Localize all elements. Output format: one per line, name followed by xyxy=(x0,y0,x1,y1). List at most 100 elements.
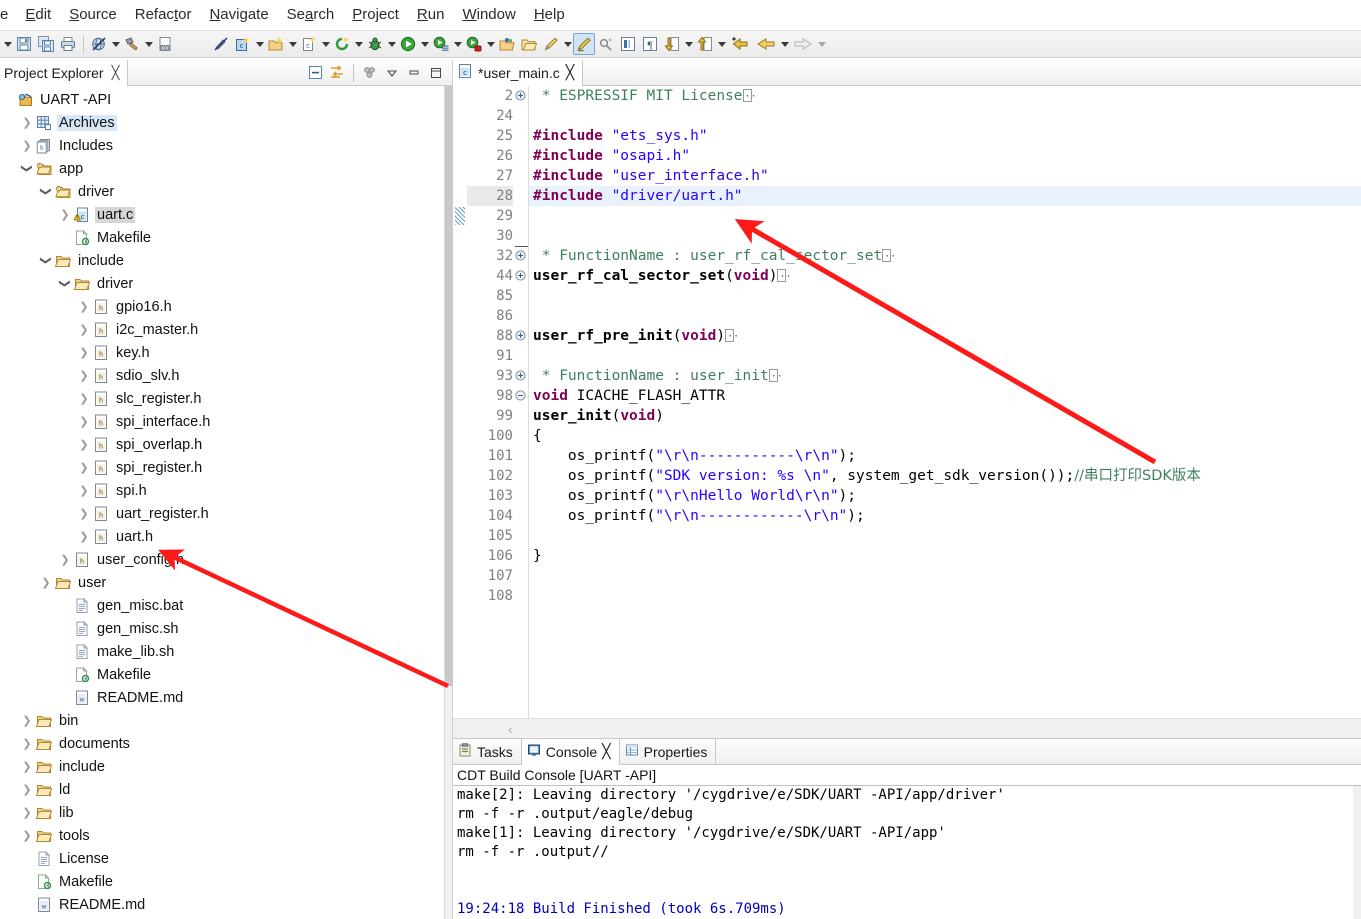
tree-item-lib[interactable]: ❯ lib xyxy=(0,801,444,824)
code-line[interactable] xyxy=(533,526,1361,546)
fold-expand-icon[interactable] xyxy=(515,366,528,386)
folded-region-box[interactable] xyxy=(882,247,896,267)
tree-item-user[interactable]: ❯ user xyxy=(0,571,444,594)
fold-expand-icon[interactable] xyxy=(515,266,528,286)
tree-item-archives[interactable]: ❯ Archives xyxy=(0,111,444,134)
pilcrow-icon[interactable]: ¶ xyxy=(639,33,661,55)
fold-expand-icon[interactable] xyxy=(515,246,528,266)
code-line[interactable]: os_printf("\r\n------------\r\n"); xyxy=(533,506,1361,526)
tree-item-bin[interactable]: ❯ bin xyxy=(0,709,444,732)
folded-region-box[interactable] xyxy=(768,367,783,387)
tree-item-make-lib-sh[interactable]: make_lib.sh xyxy=(0,640,444,663)
new-folder-icon[interactable] xyxy=(265,33,287,55)
run-external-caret[interactable] xyxy=(485,33,496,55)
tree-item-license[interactable]: License xyxy=(0,847,444,870)
back-caret[interactable] xyxy=(779,33,790,55)
tree-item-uart-h[interactable]: ❯ h uart.h xyxy=(0,525,444,548)
build-all-caret[interactable] xyxy=(110,33,121,55)
chevron-right-icon[interactable]: ❯ xyxy=(19,139,35,152)
tree-item-makefile[interactable]: Makefile xyxy=(0,663,444,686)
folded-region-box[interactable] xyxy=(777,267,792,287)
menu-item-refactor[interactable]: Refactor xyxy=(126,4,201,25)
tree-item-app[interactable]: ❯! app xyxy=(0,157,444,180)
code-line[interactable]: void ICACHE_FLASH_ATTR xyxy=(533,386,1361,406)
tree-item-uart-c[interactable]: ❯ c! uart.c xyxy=(0,203,444,226)
chevron-right-icon[interactable]: ❯ xyxy=(76,507,92,520)
code-line[interactable] xyxy=(533,226,1361,246)
code-line[interactable] xyxy=(533,106,1361,126)
fold-expand-icon[interactable] xyxy=(515,326,528,346)
menu-item-window[interactable]: Window xyxy=(453,4,524,25)
editor-horizontal-scrollbar[interactable]: ‹ xyxy=(453,718,1361,738)
chevron-right-icon[interactable]: ❯ xyxy=(19,783,35,796)
code-line[interactable]: user_init(void) xyxy=(533,406,1361,426)
run-history-icon[interactable] xyxy=(430,33,452,55)
tree-item-readme-md[interactable]: w README.md xyxy=(0,893,444,916)
open-type-icon[interactable] xyxy=(496,33,518,55)
tree-item-include[interactable]: ❯ include xyxy=(0,249,444,272)
folded-region-box[interactable] xyxy=(725,327,739,347)
run-external-icon[interactable] xyxy=(463,33,485,55)
link-with-editor-icon[interactable] xyxy=(327,63,347,83)
tab-user-main-c[interactable]: c *user_main.c ╳ xyxy=(453,60,584,86)
chevron-right-icon[interactable]: ❯ xyxy=(19,714,35,727)
code-line[interactable]: } xyxy=(533,546,1361,566)
menu-item-source[interactable]: Source xyxy=(60,4,126,25)
block-selection-icon[interactable] xyxy=(617,33,639,55)
code-line[interactable]: os_printf("\r\nHello World\r\n"); xyxy=(533,486,1361,506)
chevron-right-icon[interactable]: ❯ xyxy=(76,300,92,313)
menu-item-search[interactable]: Search xyxy=(278,4,344,25)
run-caret[interactable] xyxy=(419,33,430,55)
view-menu-chevron-icon[interactable] xyxy=(382,63,402,83)
fold-collapse-icon[interactable] xyxy=(515,386,528,406)
tree-item-spi-overlap-h[interactable]: ❯ h spi_overlap.h xyxy=(0,433,444,456)
print-icon[interactable] xyxy=(57,33,79,55)
chevron-right-icon[interactable]: ❯ xyxy=(38,576,54,589)
chevron-right-icon[interactable]: ❯ xyxy=(76,530,92,543)
build-all-icon[interactable] xyxy=(88,33,110,55)
tree-item-gpio16-h[interactable]: ❯ h gpio16.h xyxy=(0,295,444,318)
chevron-right-icon[interactable]: ❯ xyxy=(76,346,92,359)
tree-item-gen-misc-sh[interactable]: gen_misc.sh xyxy=(0,617,444,640)
tree-item-makefile[interactable]: Makefile xyxy=(0,226,444,249)
tree-item-spi-interface-h[interactable]: ❯ h spi_interface.h xyxy=(0,410,444,433)
pencil-marker-icon[interactable] xyxy=(540,33,562,55)
minimize-icon[interactable] xyxy=(404,63,424,83)
run-history-caret[interactable] xyxy=(452,33,463,55)
source-code[interactable]: * ESPRESSIF MIT License #include "ets_sys… xyxy=(529,86,1361,718)
menu-item-project[interactable]: Project xyxy=(343,4,408,25)
fold-expand-icon[interactable] xyxy=(515,86,528,106)
annotation-ruler[interactable] xyxy=(453,86,467,718)
view-menu-dots-icon[interactable] xyxy=(360,63,380,83)
menu-item-help[interactable]: Help xyxy=(525,4,574,25)
chevron-right-icon[interactable]: ❯ xyxy=(76,484,92,497)
search-small-icon[interactable] xyxy=(595,33,617,55)
code-line[interactable] xyxy=(533,306,1361,326)
back-arrow-icon[interactable] xyxy=(753,33,779,55)
bug-caret[interactable] xyxy=(386,33,397,55)
code-line[interactable]: user_rf_pre_init(void) xyxy=(533,326,1361,347)
chevron-right-icon[interactable]: ❯ xyxy=(76,369,92,382)
tree-item-key-h[interactable]: ❯ h key.h xyxy=(0,341,444,364)
chevron-right-icon[interactable]: ❯ xyxy=(19,806,35,819)
save-all-icon[interactable] xyxy=(35,33,57,55)
new-dropdown-caret[interactable] xyxy=(2,33,13,55)
menu-item-file[interactable]: e xyxy=(0,4,16,25)
chevron-right-icon[interactable]: ❯ xyxy=(19,760,35,773)
console-scrollbar[interactable] xyxy=(1353,786,1361,919)
prev-annotation-icon[interactable] xyxy=(694,33,716,55)
close-icon[interactable]: ╳ xyxy=(566,64,574,81)
save-icon[interactable] xyxy=(13,33,35,55)
project-tree-scrollbar[interactable] xyxy=(444,86,453,919)
tree-item-sdio-slv-h[interactable]: ❯ h sdio_slv.h xyxy=(0,364,444,387)
tree-item-slc-register-h[interactable]: ❯ h slc_register.h xyxy=(0,387,444,410)
chevron-down-icon[interactable]: ❯ xyxy=(40,184,53,200)
new-c-cpp-project-caret[interactable] xyxy=(254,33,265,55)
chevron-right-icon[interactable]: ❯ xyxy=(76,438,92,451)
next-annotation-caret[interactable] xyxy=(683,33,694,55)
chevron-right-icon[interactable]: ❯ xyxy=(19,737,35,750)
tree-item-tools[interactable]: ❯ tools xyxy=(0,824,444,847)
skip-breakpoints-icon[interactable] xyxy=(210,33,232,55)
close-icon[interactable]: ╳ xyxy=(602,743,610,760)
code-line[interactable]: #include "osapi.h" xyxy=(533,146,1361,166)
